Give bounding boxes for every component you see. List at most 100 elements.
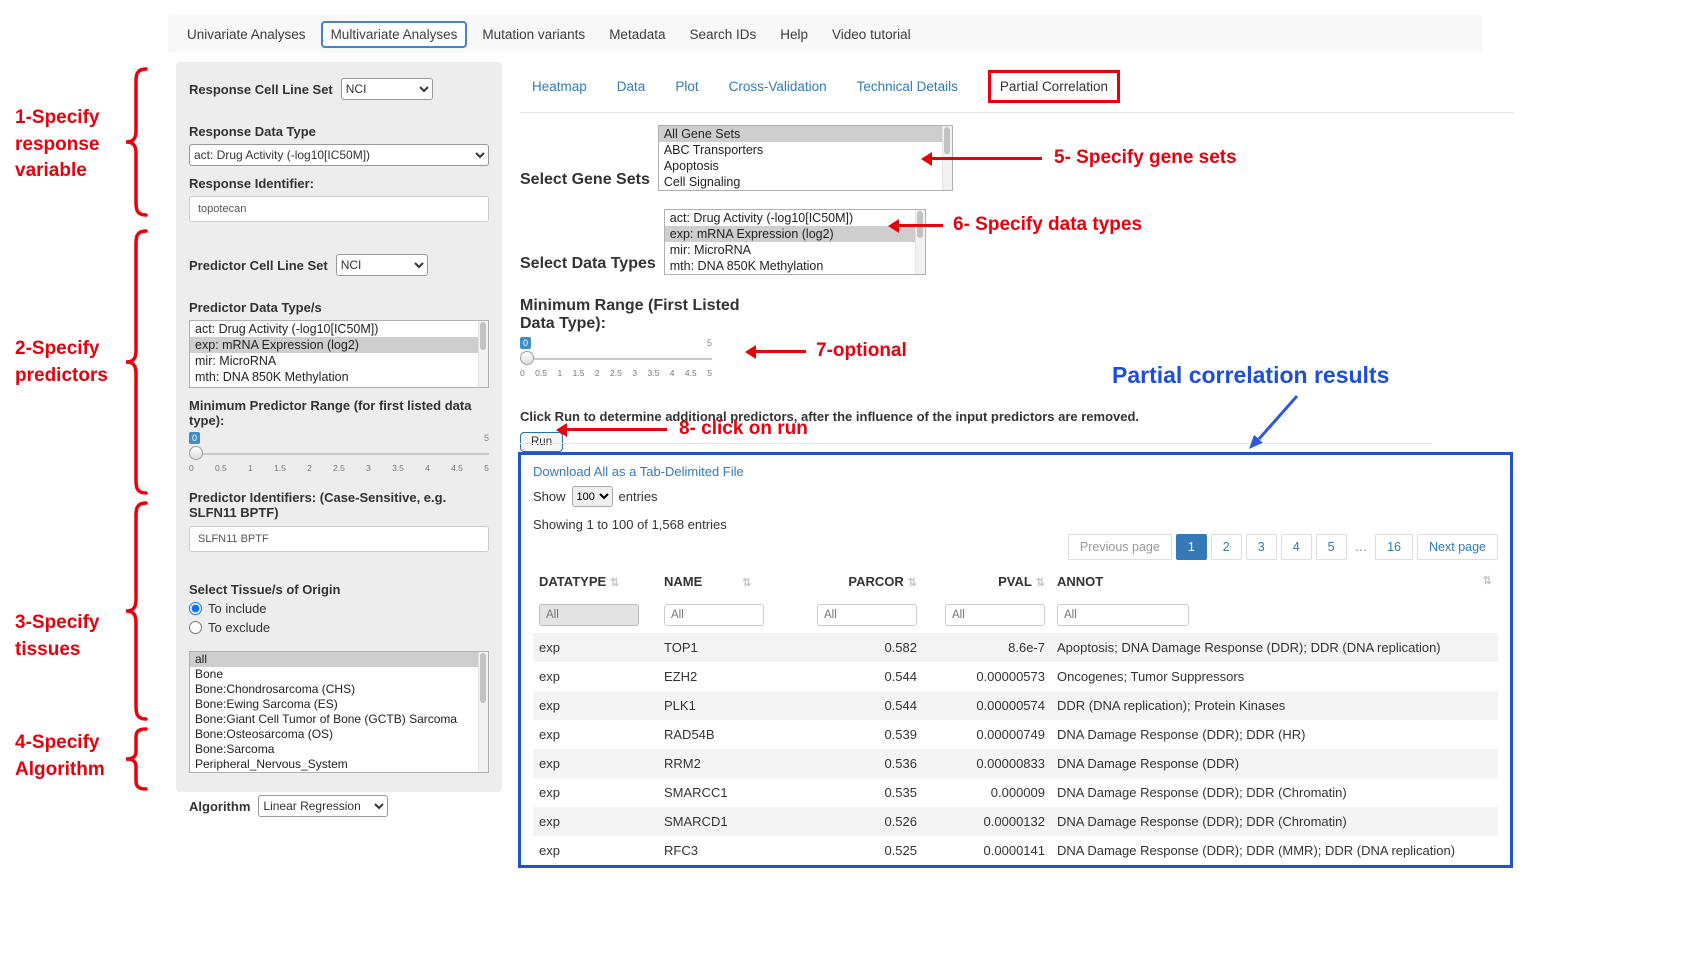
- nav-univariate-analyses[interactable]: Univariate Analyses: [178, 22, 315, 47]
- show-label: Show: [533, 489, 566, 504]
- nav-multivariate-analyses[interactable]: Multivariate Analyses: [321, 21, 468, 48]
- listbox-option[interactable]: act: Drug Activity (-log10[IC50M]): [190, 321, 488, 337]
- listbox-option[interactable]: Bone:Chondrosarcoma (CHS): [190, 682, 488, 697]
- cell-name: EZH2: [658, 662, 808, 691]
- column-header-pval[interactable]: PVAL⇅: [923, 566, 1051, 597]
- tab-cross-validation[interactable]: Cross-Validation: [729, 79, 827, 94]
- listbox-option[interactable]: Peripheral_Nervous_System: [190, 757, 488, 772]
- slider-max-label: 5: [484, 433, 489, 443]
- page-button-4[interactable]: 4: [1281, 534, 1312, 560]
- annotation-step6: 6- Specify data types: [953, 212, 1142, 239]
- cell-datatype: exp: [533, 720, 658, 749]
- listbox-option[interactable]: exp: mRNA Expression (log2): [665, 226, 925, 242]
- listbox-option[interactable]: mir: MicroRNA: [665, 242, 925, 258]
- column-header-name[interactable]: NAME⇅: [658, 566, 808, 597]
- page-button-3[interactable]: 3: [1246, 534, 1277, 560]
- cell-pval: 0.0000132: [923, 807, 1051, 836]
- filter-name-input[interactable]: [664, 604, 764, 626]
- listbox-option[interactable]: exp: mRNA Expression (log2): [190, 337, 488, 353]
- column-header-annot[interactable]: ANNOT⇅: [1051, 566, 1498, 597]
- scrollbar-thumb[interactable]: [480, 322, 486, 350]
- nav-metadata[interactable]: Metadata: [600, 22, 674, 47]
- predictor-cell-line-set-select[interactable]: NCI: [336, 254, 428, 276]
- scrollbar-thumb[interactable]: [480, 653, 486, 703]
- listbox-option[interactable]: Cell Signaling: [659, 174, 952, 190]
- slider-track[interactable]: [189, 453, 489, 455]
- show-entries-select[interactable]: 100: [572, 486, 613, 507]
- min-range-label: Minimum Range (First Listed Data Type):: [520, 297, 755, 333]
- tissues-listbox[interactable]: all Bone Bone:Chondrosarcoma (CHS) Bone:…: [189, 651, 489, 773]
- table-row: expRRM20.5360.00000833DNA Damage Respons…: [533, 749, 1498, 778]
- cell-datatype: exp: [533, 865, 658, 868]
- tab-data[interactable]: Data: [617, 79, 646, 94]
- listbox-option[interactable]: Apoptosis: [659, 158, 952, 174]
- nav-help[interactable]: Help: [771, 22, 817, 47]
- next-page-button[interactable]: Next page: [1417, 534, 1498, 560]
- table-row: expEZH20.5440.00000573Oncogenes; Tumor S…: [533, 662, 1498, 691]
- page-button-1[interactable]: 1: [1176, 534, 1207, 560]
- cell-parcor: 0.522: [808, 865, 923, 868]
- tab-plot[interactable]: Plot: [675, 79, 698, 94]
- slider-track[interactable]: [520, 358, 712, 360]
- sort-icon[interactable]: ⇅: [908, 577, 917, 589]
- filter-datatype-input[interactable]: [539, 604, 639, 626]
- slider-handle[interactable]: [189, 446, 203, 460]
- listbox-option[interactable]: mth: DNA 850K Methylation: [190, 369, 488, 385]
- download-link[interactable]: Download All as a Tab-Delimited File: [533, 464, 744, 479]
- filter-pval-input[interactable]: [945, 604, 1045, 626]
- listbox-option[interactable]: ABC Transporters: [659, 142, 952, 158]
- scrollbar[interactable]: [478, 321, 488, 387]
- tab-heatmap[interactable]: Heatmap: [532, 79, 587, 94]
- slider-handle[interactable]: [520, 351, 534, 365]
- exclude-radio[interactable]: [189, 621, 202, 634]
- filter-annot-input[interactable]: [1057, 604, 1189, 626]
- page-button-2[interactable]: 2: [1211, 534, 1242, 560]
- page-button-16[interactable]: 16: [1375, 534, 1413, 560]
- listbox-option[interactable]: Bone:Giant Cell Tumor of Bone (GCTB) Sar…: [190, 712, 488, 727]
- algorithm-select[interactable]: Linear Regression: [258, 795, 388, 817]
- listbox-option[interactable]: all: [190, 652, 488, 667]
- predictor-data-types-listbox[interactable]: act: Drug Activity (-log10[IC50M]) exp: …: [189, 320, 489, 388]
- response-data-type-select[interactable]: act: Drug Activity (-log10[IC50M]): [189, 144, 489, 166]
- cell-datatype: exp: [533, 749, 658, 778]
- header-row: DATATYPE⇅ NAME⇅ PARCOR⇅ PVAL⇅ ANNOT⇅: [533, 566, 1498, 597]
- sort-icon[interactable]: ⇅: [1036, 577, 1045, 589]
- scrollbar[interactable]: [915, 210, 925, 274]
- listbox-option[interactable]: Bone:Ewing Sarcoma (ES): [190, 697, 488, 712]
- nav-search-ids[interactable]: Search IDs: [680, 22, 765, 47]
- column-header-parcor[interactable]: PARCOR⇅: [808, 566, 923, 597]
- listbox-option[interactable]: Bone: [190, 667, 488, 682]
- sort-icon[interactable]: ⇅: [1483, 574, 1492, 587]
- page-button-5[interactable]: 5: [1316, 534, 1347, 560]
- response-identifier-input[interactable]: [189, 196, 489, 222]
- arrow-step5: [932, 157, 1042, 160]
- listbox-option[interactable]: act: Drug Activity (-log10[IC50M]): [665, 210, 925, 226]
- filter-parcor-input[interactable]: [817, 604, 917, 626]
- tab-technical-details[interactable]: Technical Details: [857, 79, 958, 94]
- listbox-option[interactable]: mir: MicroRNA: [190, 353, 488, 369]
- column-header-datatype[interactable]: DATATYPE⇅: [533, 566, 658, 597]
- nav-video-tutorial[interactable]: Video tutorial: [823, 22, 920, 47]
- cell-parcor: 0.535: [808, 778, 923, 807]
- listbox-option[interactable]: mth: DNA 850K Methylation: [665, 258, 925, 274]
- response-cell-line-set-select[interactable]: NCI: [341, 78, 433, 100]
- scrollbar-thumb[interactable]: [944, 127, 950, 154]
- predictor-identifiers-input[interactable]: [189, 526, 489, 552]
- min-range-slider[interactable]: 0 5 00.511.522.533.544.55: [520, 337, 712, 383]
- cell-pval: 0.00000833: [923, 749, 1051, 778]
- scrollbar[interactable]: [478, 652, 488, 772]
- listbox-option[interactable]: Bone:Osteosarcoma (OS): [190, 727, 488, 742]
- sort-icon[interactable]: ⇅: [610, 577, 619, 589]
- sort-icon[interactable]: ⇅: [742, 577, 751, 589]
- gene-sets-listbox[interactable]: All Gene Sets ABC Transporters Apoptosis…: [658, 125, 953, 191]
- include-radio[interactable]: [189, 602, 202, 615]
- tab-partial-correlation[interactable]: Partial Correlation: [988, 70, 1120, 103]
- nav-mutation-variants[interactable]: Mutation variants: [473, 22, 594, 47]
- response-identifier-label: Response Identifier:: [189, 176, 489, 191]
- min-predictor-range-slider[interactable]: 0 5 00.511.522.533.544.55: [189, 432, 489, 478]
- previous-page-button[interactable]: Previous page: [1068, 534, 1172, 560]
- data-types-listbox[interactable]: act: Drug Activity (-log10[IC50M]) exp: …: [664, 209, 926, 275]
- listbox-option[interactable]: Bone:Sarcoma: [190, 742, 488, 757]
- listbox-option[interactable]: All Gene Sets: [659, 126, 952, 142]
- cell-datatype: exp: [533, 778, 658, 807]
